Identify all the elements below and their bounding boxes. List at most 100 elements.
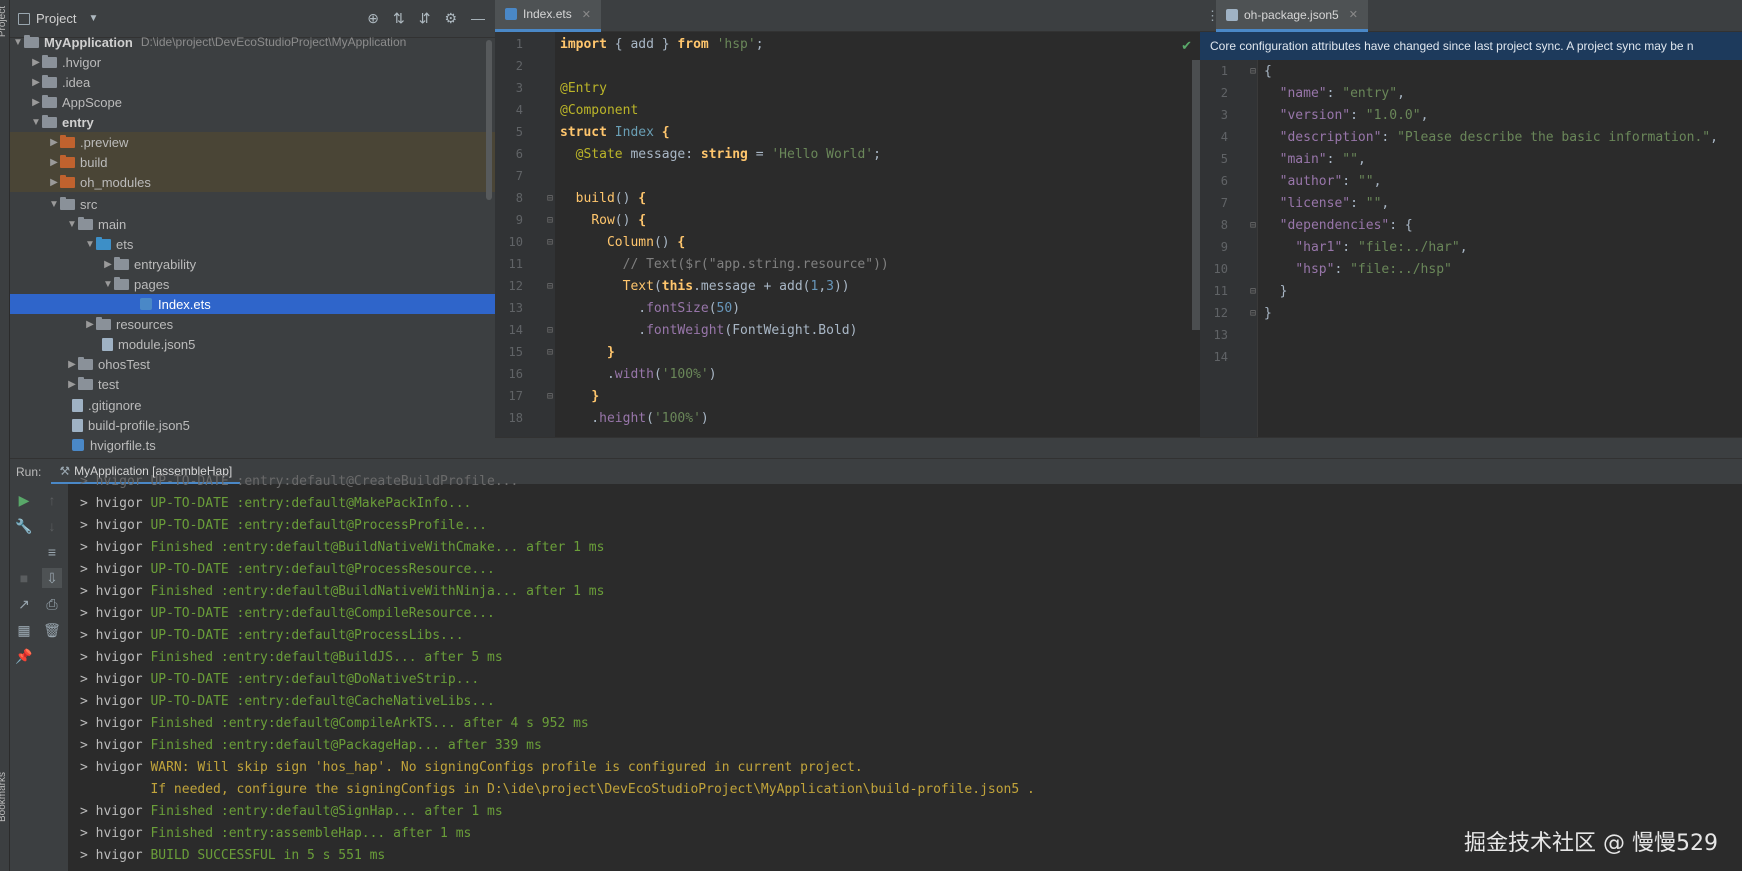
editor-tabbar: Index.ets ✕ [495, 0, 1200, 32]
code-line: 14 [1213, 350, 1228, 364]
minimize-icon[interactable]: — [471, 10, 485, 27]
editor-oh-package[interactable]: ⋮ oh-package.json5 ✕ Core configuration … [1200, 0, 1742, 437]
tree-item-main[interactable]: ▼ main [10, 214, 495, 234]
tree-item-oh-modules[interactable]: ▶ oh_modules [10, 172, 495, 192]
pin-icon[interactable]: 📌 [14, 646, 34, 666]
folder-icon [96, 236, 111, 250]
tree-item-label: entry [62, 114, 94, 130]
gitignore-file-icon [72, 398, 83, 412]
tree-item-label: oh_modules [80, 174, 151, 190]
rerun-icon[interactable]: ▶ [14, 490, 34, 510]
down-arrow-icon[interactable]: ↓ [42, 516, 62, 536]
chevron-right-icon[interactable]: ▶ [66, 359, 78, 370]
tree-item-entryability[interactable]: ▶ entryability [10, 254, 495, 274]
sync-notification-banner[interactable]: Core configuration attributes have chang… [1200, 32, 1742, 60]
code-line: 11 // Text($r("app.string.resource")) [508, 256, 889, 272]
tree-scrollbar[interactable] [486, 40, 492, 200]
console-line: > hvigor Finished :entry:default@SignHap… [80, 803, 503, 819]
code-line: 3 "version": "1.0.0", [1220, 107, 1429, 123]
chevron-right-icon[interactable]: ▶ [30, 77, 42, 88]
tree-item-myapplication[interactable]: ▼ MyApplication D:\ide\project\DevEcoStu… [10, 32, 495, 52]
tree-item-build-profile[interactable]: build-profile.json5 [10, 415, 495, 435]
chevron-right-icon[interactable]: ▶ [48, 177, 60, 188]
console-line: > hvigor UP-TO-DATE :entry:default@DoNat… [80, 671, 480, 687]
tree-item-hvigor[interactable]: ▶ .hvigor [10, 52, 495, 72]
chevron-down-icon[interactable]: ▼ [88, 13, 98, 24]
soft-wrap-icon[interactable]: ≡ [42, 542, 62, 562]
wrench-icon[interactable]: 🔧 [14, 516, 34, 536]
chevron-right-icon[interactable]: ▶ [102, 259, 114, 270]
console-line: > hvigor Finished :entry:default@BuildJS… [80, 649, 503, 665]
chevron-down-icon[interactable]: ▼ [102, 279, 114, 290]
tree-item-index-ets[interactable]: Index.ets [10, 294, 495, 314]
run-console-output[interactable]: > hvigor UP-TO-DATE :entry:default@Creat… [68, 474, 1742, 871]
scroll-to-end-icon[interactable]: ⇩ [42, 568, 62, 588]
layout-icon[interactable]: ▦ [14, 620, 34, 640]
code-line: 8 ⊟ build() { [515, 190, 647, 206]
tree-item-label: hvigorfile.ts [90, 437, 156, 453]
stop-icon[interactable]: ■ [14, 568, 34, 588]
tree-item-resources[interactable]: ▶ resources [10, 314, 495, 334]
tree-item-appscope[interactable]: ▶ AppScope [10, 92, 495, 112]
code-line: 18 .height('100%') [508, 410, 709, 426]
chevron-down-icon[interactable]: ▼ [84, 239, 96, 250]
bookmarks-tool-button[interactable]: Bookmarks [0, 772, 8, 822]
editor-scrollbar[interactable] [1192, 60, 1200, 330]
console-line: > hvigor UP-TO-DATE :entry:default@Proce… [80, 627, 464, 643]
up-arrow-icon[interactable]: ↑ [42, 490, 62, 510]
tree-item-build[interactable]: ▶ build [10, 152, 495, 172]
close-icon[interactable]: ✕ [582, 8, 591, 21]
tree-item-label: module.json5 [118, 336, 196, 352]
print-icon[interactable]: ⎙ [42, 594, 62, 614]
tree-item-test[interactable]: ▶ test [10, 374, 495, 394]
collapse-all-icon[interactable]: ⇵ [419, 10, 431, 27]
code-line: 2 "name": "entry", [1220, 85, 1405, 101]
code-line: 16 .width('100%') [508, 366, 717, 382]
chevron-right-icon[interactable]: ▶ [84, 319, 96, 330]
chevron-down-icon[interactable]: ▼ [30, 117, 42, 128]
project-panel-title[interactable]: Project [36, 11, 76, 26]
folder-icon [42, 74, 57, 88]
code-line: 6 @State message: string = 'Hello World'… [515, 146, 881, 162]
code-line: 13 .fontSize(50) [508, 300, 741, 316]
ets-file-icon [505, 8, 517, 20]
locate-icon[interactable]: ⊕ [367, 10, 379, 27]
chevron-right-icon[interactable]: ▶ [30, 57, 42, 68]
chevron-right-icon[interactable]: ▶ [48, 157, 60, 168]
console-line: > hvigor Finished :entry:assembleHap... … [80, 825, 472, 841]
tree-item-src[interactable]: ▼ src [10, 194, 495, 214]
tree-item-entry[interactable]: ▼ entry [10, 112, 495, 132]
chevron-right-icon[interactable]: ▶ [48, 137, 60, 148]
console-line: > hvigor UP-TO-DATE :entry:default@MakeP… [80, 495, 472, 511]
chevron-down-icon[interactable]: ▼ [48, 199, 60, 210]
console-line: > hvigor UP-TO-DATE :entry:default@Creat… [80, 473, 519, 489]
expand-all-icon[interactable]: ⇅ [393, 10, 405, 27]
tree-item-idea[interactable]: ▶ .idea [10, 72, 495, 92]
tree-item-module-json5[interactable]: module.json5 [10, 334, 495, 354]
tree-item-ohostest[interactable]: ▶ ohosTest [10, 354, 495, 374]
chevron-down-icon[interactable]: ▼ [12, 37, 24, 48]
run-label: Run: [16, 464, 42, 479]
folder-icon [24, 34, 39, 48]
json-file-icon [72, 418, 83, 432]
chevron-right-icon[interactable]: ▶ [30, 97, 42, 108]
chevron-right-icon[interactable]: ▶ [66, 379, 78, 390]
tab-oh-package-json5[interactable]: oh-package.json5 ✕ [1216, 0, 1368, 32]
editor-index-ets[interactable]: Index.ets ✕ ✔ 1 import { add } from 'hsp'… [495, 0, 1200, 437]
chevron-down-icon[interactable]: ▼ [66, 219, 78, 230]
tree-item-pages[interactable]: ▼ pages [10, 274, 495, 294]
gear-icon[interactable]: ⚙ [444, 10, 457, 27]
close-icon[interactable]: ✕ [1349, 8, 1358, 21]
tree-item-preview[interactable]: ▶ .preview [10, 132, 495, 152]
code-line: 5 "main": "", [1220, 151, 1366, 167]
folder-icon [42, 114, 57, 128]
console-line: > hvigor UP-TO-DATE :entry:default@Proce… [80, 561, 495, 577]
trash-icon[interactable]: 🗑 [42, 620, 62, 640]
tree-item-hvigorfile[interactable]: hvigorfile.ts [10, 435, 495, 455]
tab-index-ets[interactable]: Index.ets ✕ [495, 0, 601, 32]
open-external-icon[interactable]: ↗ [14, 594, 34, 614]
tree-item-ets[interactable]: ▼ ets [10, 234, 495, 254]
tree-item-gitignore[interactable]: .gitignore [10, 395, 495, 415]
tree-item-label: MyApplication [44, 34, 133, 50]
project-tool-button[interactable]: Project [0, 6, 8, 37]
